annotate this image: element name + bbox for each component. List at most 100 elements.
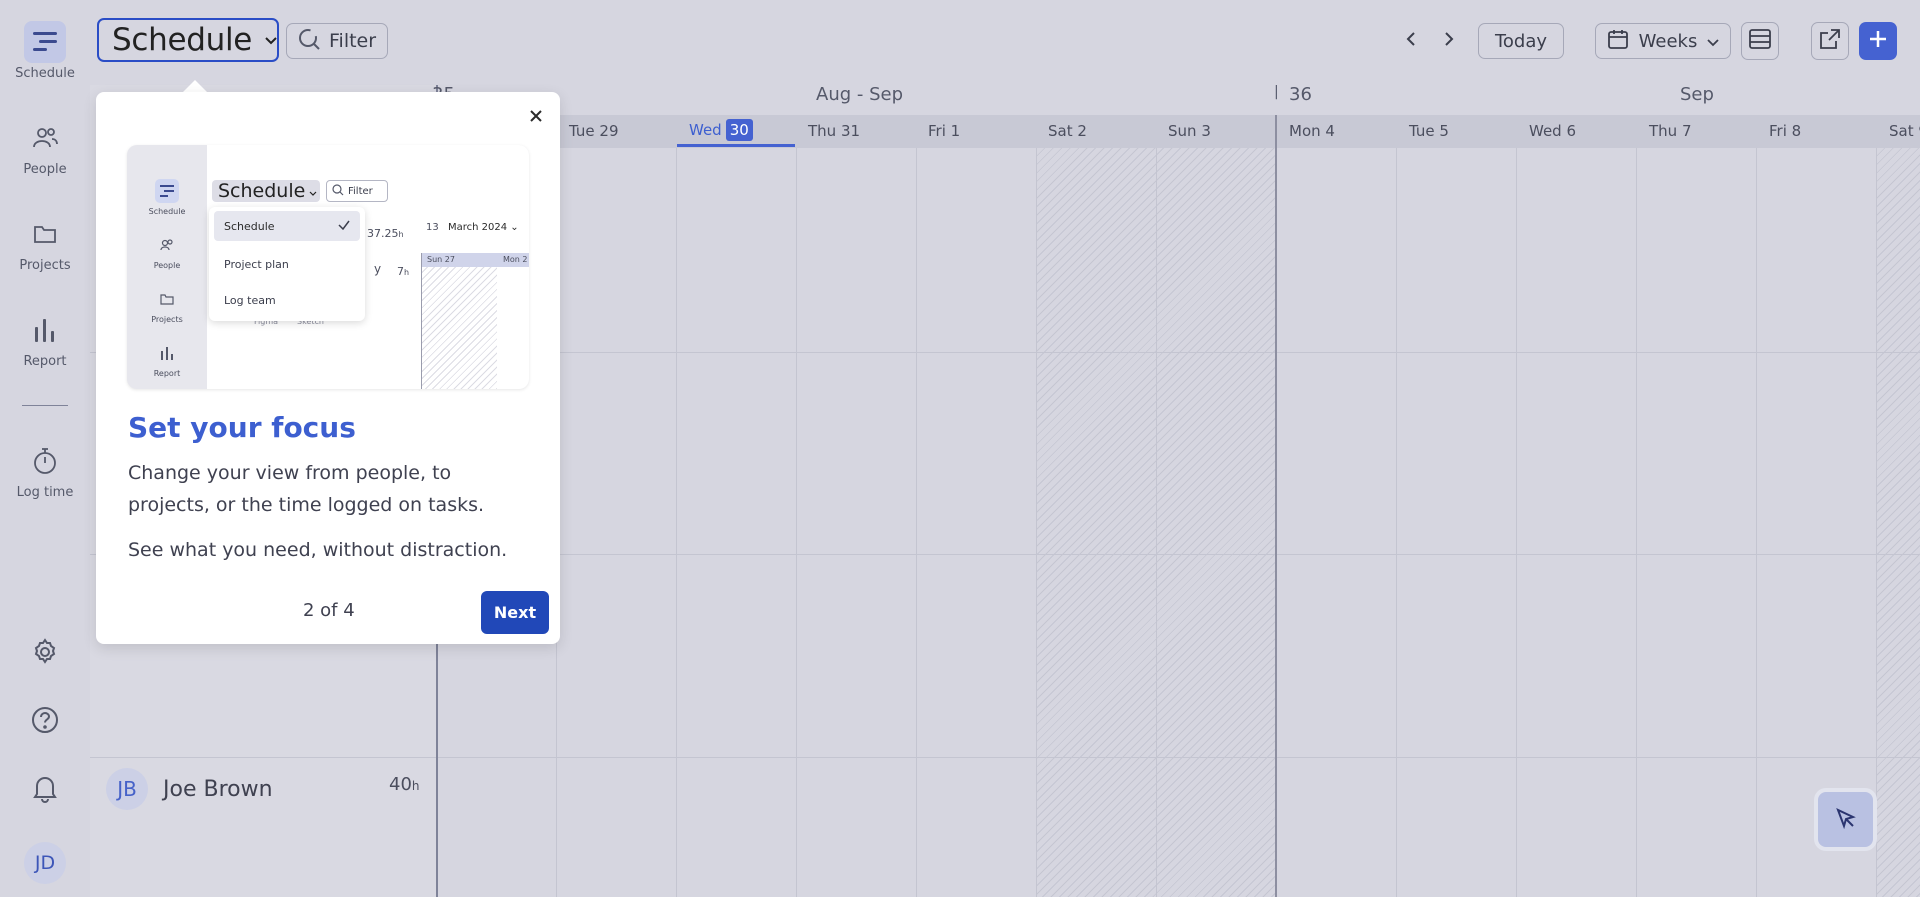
nav-item-log-time[interactable]: Log time <box>0 440 90 500</box>
chevron-right-icon <box>1444 31 1454 51</box>
day-column-line <box>916 148 917 897</box>
bar-chart-icon <box>24 309 66 351</box>
range-select[interactable]: Weeks <box>1595 23 1731 59</box>
view-select[interactable]: Schedule <box>97 18 279 62</box>
popover-title: Set your focus <box>128 411 356 444</box>
folder-icon <box>24 213 66 255</box>
weekend-shading-week36 <box>1877 148 1920 897</box>
day-label[interactable]: Wed 6 <box>1529 122 1576 140</box>
preview-view-menu: Schedule Project plan Log team <box>209 207 365 321</box>
search-filter-icon <box>332 183 344 199</box>
chevron-down-icon <box>264 31 278 50</box>
day-column-line <box>796 148 797 897</box>
week-number: 36 <box>1289 84 1312 105</box>
add-button[interactable] <box>1859 22 1897 60</box>
preview-nav: Schedule People Projects Report <box>127 145 207 389</box>
check-icon <box>338 220 350 233</box>
preview-view-select: Schedule <box>212 180 320 202</box>
preview-nav-people: People <box>127 233 207 270</box>
cursor-tool-button[interactable] <box>1818 792 1873 847</box>
row-line <box>90 757 1920 758</box>
layout-rows-icon <box>1749 29 1771 53</box>
preview-menu-item: Schedule <box>214 211 360 241</box>
week-separator <box>1275 115 1277 897</box>
preview-filter: Filter <box>326 180 388 202</box>
preview-nav-report: Report <box>127 341 207 378</box>
day-column-line <box>676 148 677 897</box>
day-label[interactable]: Fri 8 <box>1769 122 1801 140</box>
day-label[interactable]: Mon 4 <box>1289 122 1335 140</box>
bar-chart-icon <box>155 341 179 365</box>
density-button[interactable] <box>1741 22 1779 60</box>
preview-month: March 2024 ⌄ <box>448 222 519 233</box>
day-column-line <box>1876 148 1877 897</box>
day-label[interactable]: Thu 7 <box>1649 122 1692 140</box>
preview-hours-2: 7h <box>397 265 410 278</box>
people-icon <box>24 117 66 159</box>
month-label: Aug - Sep <box>816 84 904 105</box>
today-button[interactable]: Today <box>1478 23 1564 59</box>
nav-item-schedule[interactable]: Schedule <box>0 21 90 81</box>
search-filter-icon <box>297 27 321 55</box>
chevron-down-icon <box>1707 32 1719 51</box>
day-label[interactable]: Thu 31 <box>808 122 860 140</box>
preview-menu-item: Project plan <box>224 257 289 271</box>
chevron-left-icon <box>1406 31 1416 51</box>
nav-item-people[interactable]: People <box>0 117 90 177</box>
day-label[interactable]: Sat 2 <box>1048 122 1087 140</box>
popover-description-2: See what you need, without distraction. <box>128 539 508 561</box>
chevron-down-icon <box>309 182 317 201</box>
settings-button[interactable] <box>25 634 65 674</box>
week-tick: | <box>1274 84 1279 100</box>
preview-nav-projects: Projects <box>127 287 207 324</box>
day-column-line <box>1156 148 1157 897</box>
day-label[interactable]: Sat 9 <box>1889 122 1920 140</box>
preview-day: Sun 27 <box>427 255 455 264</box>
preview-partial-text: y <box>374 262 382 276</box>
folder-icon <box>155 287 179 311</box>
onboarding-popover: Schedule People Projects Report Schedule… <box>96 92 560 644</box>
day-column-line <box>1636 148 1637 897</box>
month-label: Sep <box>1680 84 1714 105</box>
external-link-icon <box>1819 28 1841 54</box>
popover-step-counter: 2 of 4 <box>303 600 355 621</box>
plus-icon <box>1868 29 1888 53</box>
help-icon <box>30 705 60 739</box>
notifications-button[interactable] <box>25 770 65 810</box>
preview-weekend-shading <box>421 267 497 389</box>
stopwatch-icon <box>24 440 66 482</box>
day-label-today[interactable]: Wed 30 <box>689 119 753 141</box>
feature-preview-image: Schedule People Projects Report Schedule… <box>127 145 529 389</box>
nav-item-report[interactable]: Report <box>0 309 90 369</box>
person-row[interactable]: JB Joe Brown <box>106 768 273 810</box>
help-button[interactable] <box>25 702 65 742</box>
preview-hours: 37.25h <box>367 227 404 240</box>
next-period-button[interactable] <box>1435 24 1463 58</box>
day-label[interactable]: Fri 1 <box>928 122 960 140</box>
day-label[interactable]: Sun 3 <box>1168 122 1211 140</box>
preview-week-number: 13 <box>426 222 439 233</box>
schedule-icon <box>155 179 179 203</box>
previous-button[interactable] <box>1397 24 1425 58</box>
day-label[interactable]: Tue 29 <box>569 122 619 140</box>
day-column-line <box>1756 148 1757 897</box>
weekend-shading-week35 <box>1037 148 1277 897</box>
popover-description: Change your view from people, to project… <box>128 462 485 516</box>
cursor-arrow-icon <box>1835 807 1857 833</box>
schedule-icon <box>24 21 66 63</box>
app-root: 35 Aug - Sep | 36 Sep Tue 29 Wed30 Thu 3… <box>0 0 1920 897</box>
share-export-button[interactable] <box>1811 22 1849 60</box>
nav-item-projects[interactable]: Projects <box>0 213 90 273</box>
day-column-line <box>1516 148 1517 897</box>
close-button[interactable] <box>524 104 548 128</box>
filter-button[interactable]: Filter <box>286 23 388 59</box>
people-icon <box>155 233 179 257</box>
main-nav: Schedule People Projects Report Log time… <box>0 0 90 897</box>
user-avatar[interactable]: JD <box>24 842 66 884</box>
close-icon <box>530 107 542 126</box>
preview-day: Mon 2 <box>503 255 528 264</box>
preview-separator <box>421 253 422 389</box>
next-button[interactable]: Next <box>481 591 549 634</box>
day-label[interactable]: Tue 5 <box>1409 122 1449 140</box>
today-date-badge: 30 <box>725 119 753 141</box>
